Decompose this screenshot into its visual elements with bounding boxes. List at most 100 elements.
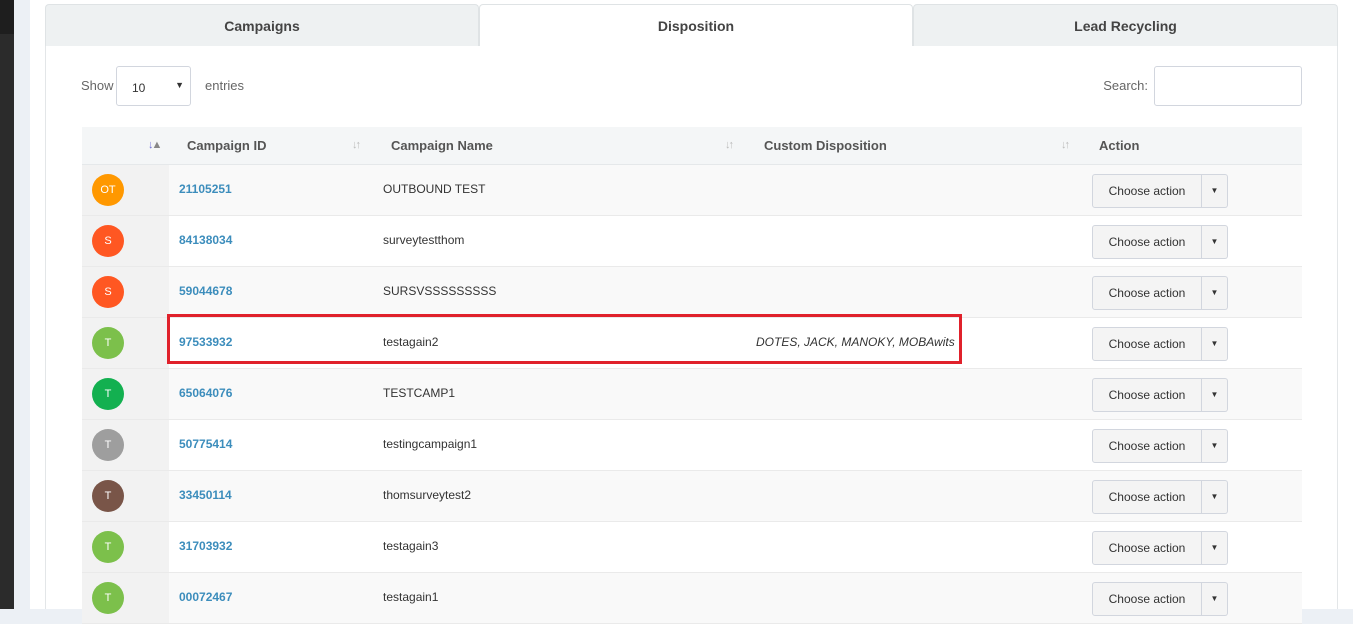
table-header: ↓▲ Campaign ID ↓↑ Campaign Name ↓↑ Custo… [82,127,1302,165]
action-dropdown: Choose action ▼ [1092,429,1228,463]
disposition-panel: Show 10 ▼ entries Search: ↓▲ Campaign ID… [45,46,1338,624]
caret-down-icon[interactable]: ▼ [1202,276,1228,310]
choose-action-button[interactable]: Choose action [1092,480,1202,514]
choose-action-button[interactable]: Choose action [1092,378,1202,412]
action-dropdown: Choose action ▼ [1092,378,1228,412]
table-row: OT 21105251 OUTBOUND TEST Choose action … [82,165,1302,216]
campaign-id-link[interactable]: 65064076 [179,386,232,400]
avatar-cell: T [82,573,169,623]
choose-action-button[interactable]: Choose action [1092,429,1202,463]
table-row: T 33450114 thomsurveytest2 Choose action… [82,471,1302,522]
campaign-name: TESTCAMP1 [383,386,456,400]
avatar-cell: S [82,267,169,317]
tab-campaigns[interactable]: Campaigns [45,4,479,46]
tab-disposition[interactable]: Disposition [479,4,913,46]
caret-down-icon[interactable]: ▼ [1202,174,1228,208]
caret-down-icon[interactable]: ▼ [1202,480,1228,514]
caret-down-icon[interactable]: ▼ [1202,378,1228,412]
sort-both-icon[interactable]: ↓↑ [1061,139,1070,151]
campaign-id-link[interactable]: 84138034 [179,233,232,247]
campaign-id-link[interactable]: 50775414 [179,437,232,451]
campaign-id-link[interactable]: 21105251 [179,182,232,196]
avatar: S [92,276,124,308]
table-row: S 84138034 surveytestthom Choose action … [82,216,1302,267]
caret-down-icon[interactable]: ▼ [1202,582,1228,616]
search-label: Search: [1103,78,1148,93]
choose-action-button[interactable]: Choose action [1092,531,1202,565]
table-controls: Show 10 ▼ entries Search: [81,66,1302,106]
col-action: Action [1099,138,1140,153]
choose-action-button[interactable]: Choose action [1092,174,1202,208]
caret-down-icon[interactable]: ▼ [1202,327,1228,361]
campaigns-table: ↓▲ Campaign ID ↓↑ Campaign Name ↓↑ Custo… [82,127,1302,624]
avatar: OT [92,174,124,206]
col-campaign-id[interactable]: Campaign ID [187,127,266,165]
campaign-id-link[interactable]: 31703932 [179,539,232,553]
campaign-id-link[interactable]: 33450114 [179,488,232,502]
table-row: T 00072467 testagain1 Choose action ▼ [82,573,1302,624]
campaign-name: testagain2 [383,335,439,349]
col-custom-disposition[interactable]: Custom Disposition [764,127,887,165]
choose-action-button[interactable]: Choose action [1092,582,1202,616]
caret-down-icon[interactable]: ▼ [1202,225,1228,259]
entries-select-value: 10 [132,81,146,95]
choose-action-button[interactable]: Choose action [1092,327,1202,361]
entries-select[interactable]: 10 ▼ [116,66,191,106]
caret-down-icon: ▼ [175,80,184,90]
left-edge-top [0,0,14,34]
avatar: S [92,225,124,257]
left-edge-panel [0,0,14,609]
avatar: T [92,582,124,614]
sort-both-icon[interactable]: ↓↑ [725,139,734,151]
campaign-id-link[interactable]: 59044678 [179,284,232,298]
action-dropdown: Choose action ▼ [1092,582,1228,616]
avatar-cell: S [82,216,169,266]
avatar: T [92,327,124,359]
campaign-id-link[interactable]: 97533932 [179,335,232,349]
table-body: OT 21105251 OUTBOUND TEST Choose action … [82,165,1302,624]
search-input[interactable] [1154,66,1302,106]
sort-asc-icon[interactable]: ↓▲ [148,139,162,151]
action-dropdown: Choose action ▼ [1092,531,1228,565]
action-dropdown: Choose action ▼ [1092,225,1228,259]
campaign-id-link[interactable]: 00072467 [179,590,232,604]
avatar-cell: T [82,420,169,470]
caret-down-icon[interactable]: ▼ [1202,429,1228,463]
avatar-cell: T [82,369,169,419]
table-row: T 97533932 testagain2 DOTES, JACK, MANOK… [82,318,1302,369]
tab-bar: Campaigns Disposition Lead Recycling [45,4,1338,46]
avatar: T [92,378,124,410]
campaign-name: SURSVSSSSSSSSS [383,284,497,298]
avatar-cell: T [82,522,169,572]
action-dropdown: Choose action ▼ [1092,327,1228,361]
avatar-cell: T [82,471,169,521]
campaign-name: thomsurveytest2 [383,488,472,502]
avatar-cell: T [82,318,169,368]
custom-disposition: DOTES, JACK, MANOKY, MOBAwits [756,335,955,349]
avatar: T [92,531,124,563]
table-row: T 50775414 testingcampaign1 Choose actio… [82,420,1302,471]
table-row: T 31703932 testagain3 Choose action ▼ [82,522,1302,573]
campaign-name: surveytestthom [383,233,465,247]
campaign-name: testagain1 [383,590,439,604]
main-container: Campaigns Disposition Lead Recycling Sho… [14,0,1353,624]
tab-lead-recycling[interactable]: Lead Recycling [913,4,1338,46]
col-campaign-name[interactable]: Campaign Name [391,127,493,165]
avatar: T [92,429,124,461]
action-dropdown: Choose action ▼ [1092,480,1228,514]
show-label: Show [81,78,114,93]
campaign-name: OUTBOUND TEST [383,182,486,196]
action-dropdown: Choose action ▼ [1092,276,1228,310]
sort-both-icon[interactable]: ↓↑ [352,139,361,151]
avatar: T [92,480,124,512]
campaign-name: testingcampaign1 [383,437,478,451]
campaign-name: testagain3 [383,539,439,553]
caret-down-icon[interactable]: ▼ [1202,531,1228,565]
table-row: T 65064076 TESTCAMP1 Choose action ▼ [82,369,1302,420]
action-dropdown: Choose action ▼ [1092,174,1228,208]
table-row: S 59044678 SURSVSSSSSSSSS Choose action … [82,267,1302,318]
choose-action-button[interactable]: Choose action [1092,276,1202,310]
avatar-cell: OT [82,165,169,215]
entries-label: entries [205,78,245,93]
choose-action-button[interactable]: Choose action [1092,225,1202,259]
